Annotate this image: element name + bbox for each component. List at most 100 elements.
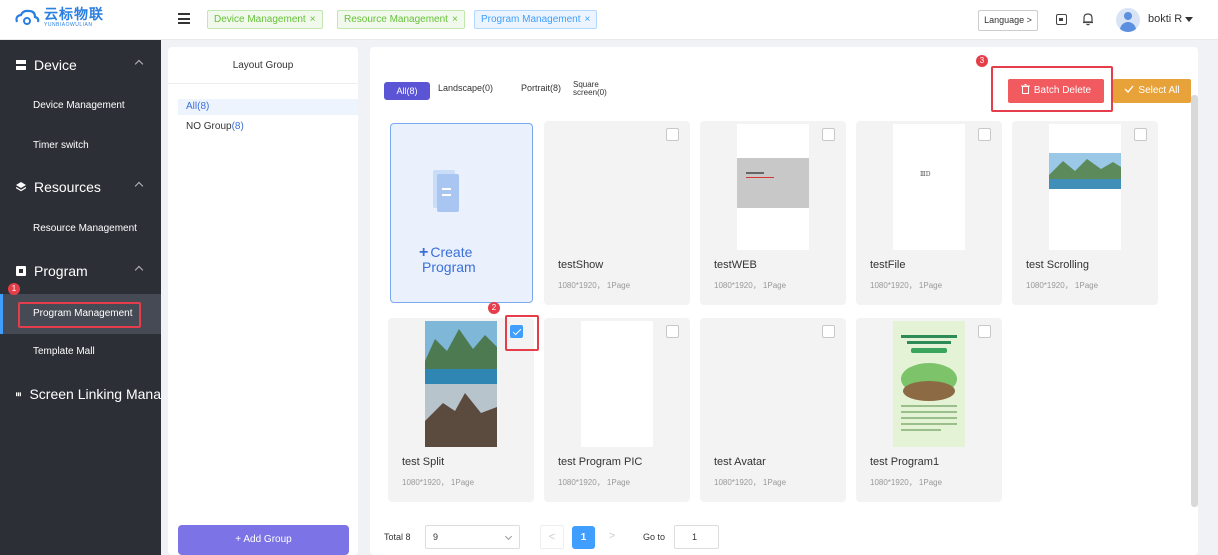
program-meta: 1080*1920， 1Page [714,478,787,487]
page-number-current[interactable]: 1 [572,526,595,549]
avatar[interactable] [1116,8,1140,32]
sidebar-item-template-mall[interactable]: Template Mall [0,332,161,372]
sidebar-item-timer-switch[interactable]: Timer switch [0,126,161,166]
program-card[interactable]: testShow 1080*1920， 1Page [544,121,690,305]
select-checkbox-checked[interactable] [510,325,523,338]
select-checkbox[interactable] [822,128,835,141]
create-line2: Program [422,259,476,275]
chevron-up-icon [134,181,144,191]
tab-label: Program Management [481,14,581,25]
program-meta: 1080*1920， 1Page [870,478,943,487]
goto-page-input[interactable]: 1 [674,525,719,549]
program-card[interactable]: test Scrolling 1080*1920， 1Page [1012,121,1158,305]
create-program-card[interactable]: + Create Program [390,123,533,303]
tab-device-management[interactable]: Device Management × [207,10,323,29]
group-label: NO Group [186,121,232,132]
download-icon[interactable] [1056,14,1067,25]
program-card[interactable]: test Program PIC 1080*1920， 1Page [544,318,690,502]
select-checkbox[interactable] [822,325,835,338]
program-card[interactable]: test Split 1080*1920， 1Page [388,318,534,502]
document-icon [433,170,459,212]
filter-tab-square[interactable]: Square screen(0) [573,81,607,97]
batch-delete-label: Batch Delete [1033,85,1092,96]
step-badge: 2 [488,302,500,314]
select-checkbox[interactable] [666,128,679,141]
device-icon [16,60,26,70]
program-name: test Program PIC [558,456,643,468]
select-checkbox[interactable] [1134,128,1147,141]
sidebar-item-device-management[interactable]: Device Management [0,86,161,126]
close-icon[interactable]: × [585,14,591,25]
program-thumbnail [581,124,653,250]
sidebar-group-resources[interactable]: Resources [0,167,161,207]
program-name: test Program1 [870,456,940,468]
prev-page-button[interactable]: < [540,525,564,549]
tab-resource-management[interactable]: Resource Management × [337,10,465,29]
logo-text-cn: 云标物联 [44,6,104,22]
sidebar-item-resource-management[interactable]: Resource Management [0,209,161,249]
caret-down-icon [1185,16,1194,22]
step-badge: 1 [8,283,20,295]
sidebar-group-label: Resources [34,179,101,195]
program-icon [16,266,26,276]
program-meta: 1080*1920， 1Page [558,478,631,487]
goto-label: Go to [643,532,666,542]
filter-tab-label: screen(0) [573,88,607,97]
batch-delete-button[interactable]: Batch Delete [1008,79,1104,103]
program-thumbnail [1049,124,1121,250]
sidebar-group-label: Screen Linking Mana [29,386,161,402]
tab-label: Device Management [214,14,306,25]
sidebar-group-screen-linking[interactable]: Screen Linking Mana [0,374,161,414]
add-group-button[interactable]: + Add Group [178,525,349,555]
select-checkbox[interactable] [978,128,991,141]
group-count: (8) [231,121,244,132]
program-card[interactable]: ⅢⅮ testFile 1080*1920， 1Page [856,121,1002,305]
filter-tab-landscape[interactable]: Landscape(0) [438,83,493,93]
program-meta: 1080*1920， 1Page [714,281,787,290]
page-size-value: 9 [433,532,439,542]
tab-label: Resource Management [344,14,448,25]
program-card[interactable]: testWEB 1080*1920， 1Page [700,121,846,305]
sidebar: Device Device Management Timer switch Re… [0,40,161,555]
group-row-all[interactable]: All(8) [178,99,358,115]
landscape-thumbnail-image [1049,153,1121,189]
poster-thumbnail-image [893,321,965,447]
tab-program-management[interactable]: Program Management × [474,10,598,29]
layout-group-title: Layout Group [168,47,358,84]
program-thumbnail [425,321,497,447]
program-name: testFile [870,259,906,271]
program-name: test Avatar [714,456,766,468]
username-label: bokti R [1148,13,1183,25]
scrollbar[interactable] [1191,95,1198,507]
sidebar-item-program-management[interactable]: Program Management [0,294,161,334]
program-card[interactable]: test Program1 1080*1920， 1Page [856,318,1002,502]
language-button[interactable]: Language > [978,10,1038,31]
select-all-button[interactable]: Select All [1113,79,1191,103]
program-thumbnail [737,321,809,447]
menu-toggle-icon[interactable] [178,13,190,24]
sidebar-group-device[interactable]: Device [0,45,161,85]
program-card[interactable]: test Avatar 1080*1920， 1Page [700,318,846,502]
trash-icon [1020,84,1030,94]
pagination-total: Total 8 [384,532,411,542]
sidebar-group-program[interactable]: Program [0,251,161,291]
select-checkbox[interactable] [666,325,679,338]
bell-icon[interactable] [1081,12,1095,26]
group-label: All(8) [186,101,210,112]
chevron-down-icon [504,532,513,541]
program-name: testWEB [714,259,757,271]
select-checkbox[interactable] [978,325,991,338]
filter-tab-all[interactable]: All(8) [384,82,430,100]
logo-text-en: YUNBIAOWULIAN [44,22,93,28]
page-size-select[interactable]: 9 [425,525,520,549]
screen-linking-icon [16,392,22,397]
group-row-no-group[interactable]: NO Group(8) [178,119,358,135]
close-icon[interactable]: × [310,14,316,25]
user-menu[interactable]: bokti R [1148,13,1194,25]
close-icon[interactable]: × [452,14,458,25]
filter-tab-portrait[interactable]: Portrait(8) [521,83,561,93]
next-page-button[interactable]: > [600,525,624,549]
logo[interactable]: 云标物联 YUNBIAOWULIAN [14,7,104,28]
program-thumbnail [737,124,809,250]
create-line1: Create [430,244,473,260]
